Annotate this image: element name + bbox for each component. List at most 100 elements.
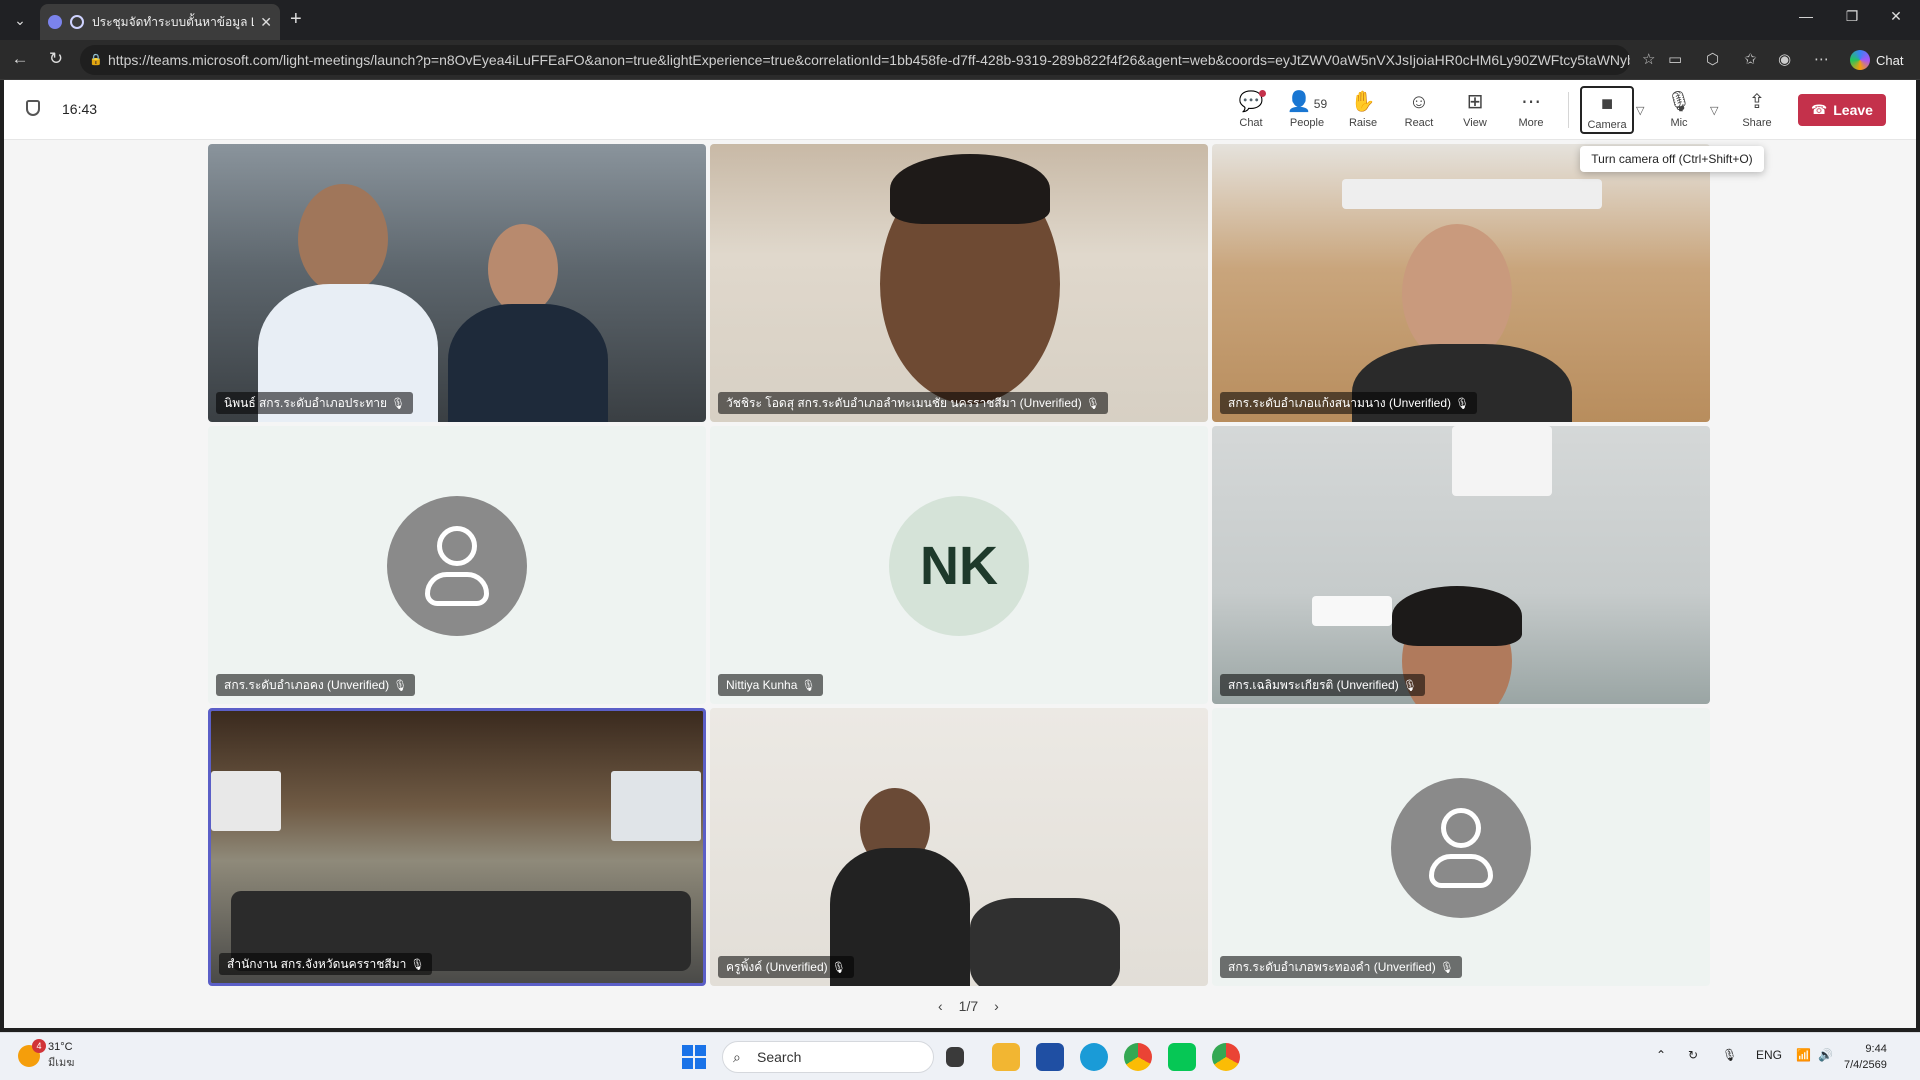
search-label: Search [757, 1049, 802, 1065]
favorites-icon[interactable]: ✩ [1744, 50, 1757, 68]
gallery-pager: ‹ 1/7 › [930, 998, 1007, 1014]
edge-icon[interactable] [1080, 1043, 1108, 1071]
store-icon[interactable] [1036, 1043, 1064, 1071]
react-button[interactable]: ☺ React [1392, 90, 1446, 129]
extensions-icon[interactable]: ⬡ [1706, 50, 1719, 68]
share-button[interactable]: ⇪ Share [1730, 90, 1784, 129]
clock-time: 9:44 [1865, 1043, 1887, 1055]
tray-overflow-chevron-icon[interactable]: ⌃ [1656, 1048, 1666, 1062]
share-label: Share [1742, 117, 1772, 129]
back-icon[interactable]: ← [8, 49, 32, 69]
chat-icon: 💬 [1224, 90, 1278, 114]
new-tab-icon[interactable]: + [290, 8, 302, 31]
favorite-star-icon[interactable]: ☆ [1642, 50, 1655, 68]
microphone-tray-icon[interactable]: 🎙 [1722, 1048, 1737, 1062]
participant-tile[interactable]: สกร.เฉลิมพระเกียรติ (Unverified) 🎙 [1212, 426, 1710, 704]
weather-widget[interactable]: 4 31°C มีเมฆ [18, 1039, 74, 1071]
taskbar-search[interactable]: ⌕ Search [722, 1041, 934, 1073]
participant-tile-active-speaker[interactable]: สำนักงาน สกร.จังหวัดนครราชสีมา 🎙 [208, 708, 706, 986]
initials-avatar: NK [889, 496, 1029, 636]
camera-icon: ■ [1600, 93, 1614, 115]
raise-label: Raise [1348, 117, 1378, 129]
participant-tile[interactable]: สกร.ระดับอำเภอพระทองคำ (Unverified) 🎙 [1212, 708, 1710, 986]
share-icon: ⇪ [1748, 91, 1766, 113]
video-feed [1212, 144, 1710, 422]
toolbar-divider [1568, 92, 1569, 128]
browser-tab-teams[interactable]: ประชุมจัดทำระบบตั้นหาข้อมูล Lear ✕ [40, 4, 280, 40]
camera-button[interactable]: ■ Camera [1580, 86, 1634, 134]
site-info-icon[interactable]: 🔒 [89, 45, 103, 75]
video-feed [710, 144, 1208, 422]
video-icon[interactable]: ▭ [1668, 50, 1682, 68]
url-field[interactable]: 🔒 https://teams.microsoft.com/light-meet… [80, 45, 1630, 75]
participant-tile[interactable]: นิพนธ์ สกร.ระดับอำเภอประทาย 🎙 [208, 144, 706, 422]
view-button[interactable]: ⊞ View [1448, 90, 1502, 129]
participant-tile[interactable]: วัชชิระ โอดสุ สกร.ระดับอำเภอลำทะเมนชัย น… [710, 144, 1208, 422]
copilot-chat-label: Chat [1876, 52, 1904, 68]
participant-name: สกร.ระดับอำเภอพระทองคำ (Unverified) 🎙 [1220, 956, 1462, 978]
meeting-stage: นิพนธ์ สกร.ระดับอำเภอประทาย 🎙 วัชชิระ โอด… [4, 140, 1916, 1028]
line-icon[interactable] [1168, 1043, 1196, 1071]
participant-tile[interactable]: NK Nittiya Kunha 🎙 [710, 426, 1208, 704]
wifi-icon[interactable]: 📶 [1796, 1048, 1811, 1062]
mic-muted-icon: 🎙 [1455, 398, 1469, 410]
profile-avatar-icon[interactable]: ◉ [1778, 50, 1791, 68]
loading-icon [70, 15, 84, 29]
camera-label: Camera [1587, 119, 1627, 131]
chrome-icon[interactable] [1124, 1043, 1152, 1071]
start-button-windows-icon[interactable] [682, 1045, 706, 1069]
mic-muted-icon: 🎙 [801, 680, 816, 692]
file-explorer-icon[interactable] [992, 1043, 1020, 1071]
leave-button[interactable]: ☎ Leave [1798, 94, 1886, 126]
chrome-profile-icon[interactable] [1212, 1043, 1240, 1071]
copilot-icon [1850, 50, 1870, 70]
camera-options-chevron-icon[interactable]: ▽ [1636, 104, 1644, 117]
prev-page-icon[interactable]: ‹ [938, 998, 943, 1014]
people-count: 59 [1313, 97, 1328, 111]
people-button[interactable]: 👤 59 People [1280, 90, 1334, 129]
more-button[interactable]: ⋯ More [1504, 90, 1558, 129]
sync-icon[interactable]: ↻ [1688, 1048, 1698, 1062]
close-window-icon[interactable]: ✕ [1876, 8, 1916, 25]
copilot-chat-button[interactable]: Chat [1846, 47, 1911, 73]
mic-muted-icon: 🎙 [1402, 680, 1417, 692]
volume-icon[interactable]: 🔊 [1818, 1048, 1833, 1062]
participant-tile[interactable]: สกร.ระดับอำเภอคง (Unverified) 🎙 [208, 426, 706, 704]
notification-badge: 4 [32, 1039, 46, 1053]
task-view-icon[interactable] [946, 1047, 964, 1067]
url-text: https://teams.microsoft.com/light-meetin… [108, 52, 1630, 68]
grid-view-icon: ⊞ [1466, 91, 1484, 113]
weather-sun-icon: 4 [18, 1039, 46, 1067]
mic-muted-icon: 🎙 [1085, 398, 1100, 410]
video-feed [1212, 426, 1710, 704]
raise-hand-button[interactable]: ✋ Raise [1336, 90, 1390, 129]
mic-button[interactable]: 🎙 Mic [1652, 90, 1706, 129]
settings-more-icon[interactable]: ⋯ [1814, 50, 1829, 68]
camera-tooltip: Turn camera off (Ctrl+Shift+O) [1580, 146, 1764, 172]
participant-name: วัชชิระ โอดสุ สกร.ระดับอำเภอลำทะเมนชัย น… [718, 392, 1108, 414]
restore-icon[interactable]: ❐ [1832, 8, 1872, 25]
people-icon: 👤 59 [1286, 91, 1328, 113]
system-clock[interactable]: 9:44 7/4/2569 [1844, 1041, 1887, 1073]
participant-name: ครูพิ้งค์ (Unverified) 🎙 [718, 956, 854, 978]
mic-muted-icon: 🎙 [393, 680, 408, 692]
meeting-shield-icon[interactable] [26, 100, 40, 116]
person-avatar-icon [1391, 778, 1531, 918]
chat-button[interactable]: 💬 Chat [1224, 90, 1278, 129]
input-language[interactable]: ENG [1756, 1048, 1782, 1062]
chat-label: Chat [1239, 117, 1263, 129]
smiley-icon: ☺ [1408, 91, 1430, 113]
leave-label: Leave [1833, 102, 1873, 118]
browser-address-bar: ← ↻ 🔒 https://teams.microsoft.com/light-… [0, 40, 1920, 80]
mic-options-chevron-icon[interactable]: ▽ [1710, 104, 1718, 117]
next-page-icon[interactable]: › [994, 998, 999, 1014]
minimize-icon[interactable]: — [1786, 8, 1826, 24]
participant-tile[interactable]: ครูพิ้งค์ (Unverified) 🎙 [710, 708, 1208, 986]
reload-icon[interactable]: ↻ [44, 49, 68, 69]
hand-icon: ✋ [1350, 91, 1376, 113]
search-icon: ⌕ [733, 1049, 741, 1065]
clock-date: 7/4/2569 [1844, 1059, 1887, 1071]
close-tab-icon[interactable]: ✕ [260, 14, 272, 31]
tab-actions-chevron-icon[interactable]: ⌄ [8, 8, 32, 32]
participant-tile[interactable]: สกร.ระดับอำเภอแก้งสนามนาง (Unverified) 🎙 [1212, 144, 1710, 422]
